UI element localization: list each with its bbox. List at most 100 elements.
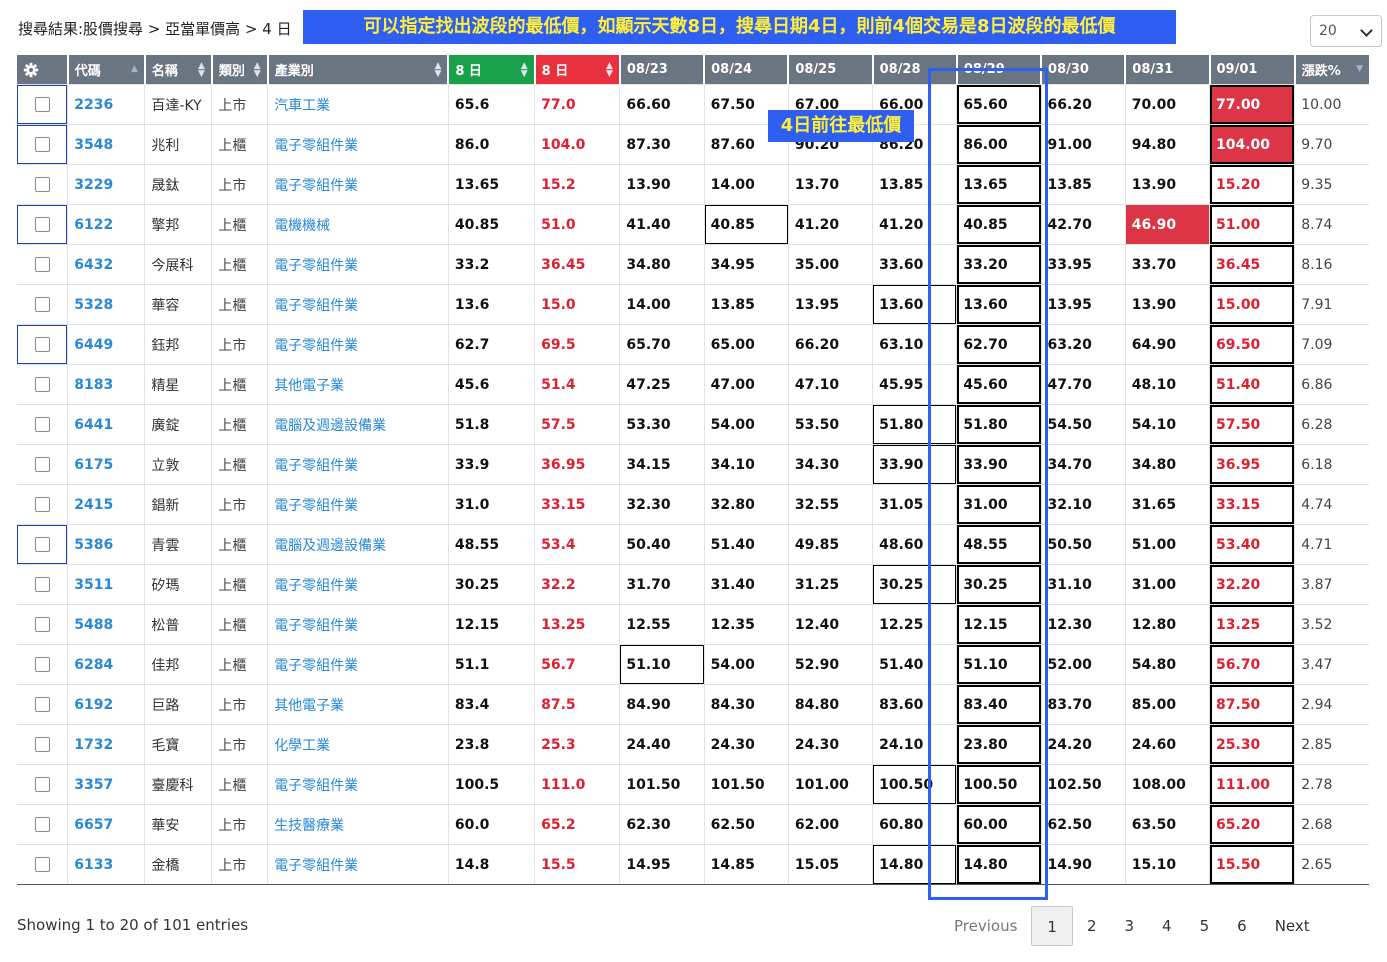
industry-link[interactable]: 其他電子業	[267, 364, 449, 405]
row-checkbox[interactable]	[34, 497, 50, 512]
row-checkbox[interactable]	[34, 817, 50, 832]
row-select-cell[interactable]	[17, 604, 69, 645]
industry-link[interactable]: 電子零組件業	[267, 324, 449, 365]
row-checkbox[interactable]	[34, 97, 50, 112]
row-checkbox[interactable]	[34, 737, 50, 752]
page-button[interactable]: 3	[1111, 906, 1149, 946]
row-checkbox[interactable]	[34, 577, 50, 592]
industry-link[interactable]: 電子零組件業	[267, 284, 449, 325]
previous-button[interactable]: Previous	[932, 906, 1031, 946]
row-select-cell[interactable]	[17, 764, 69, 805]
row-select-cell[interactable]	[17, 684, 69, 725]
row-checkbox[interactable]	[34, 177, 50, 192]
row-checkbox[interactable]	[34, 217, 50, 232]
header-date-0831[interactable]: 08/31	[1124, 55, 1210, 85]
industry-link[interactable]: 電子零組件業	[267, 164, 449, 205]
row-select-cell[interactable]	[17, 724, 69, 765]
row-checkbox[interactable]	[34, 697, 50, 712]
row-select-cell[interactable]	[17, 524, 69, 565]
header-date-0901[interactable]: 09/01	[1208, 55, 1295, 85]
header-name[interactable]: 名稱 ▲ ▼	[143, 55, 212, 85]
page-size-select[interactable]: 20	[1310, 15, 1382, 47]
row-checkbox[interactable]	[34, 337, 50, 352]
industry-link[interactable]: 電子零組件業	[267, 244, 449, 285]
industry-link[interactable]: 生技醫療業	[267, 804, 449, 845]
row-select-cell[interactable]	[17, 444, 69, 485]
stock-code-link[interactable]: 3548	[67, 124, 146, 165]
page-button[interactable]: 6	[1223, 906, 1261, 946]
row-select-cell[interactable]	[17, 84, 69, 125]
row-checkbox[interactable]	[34, 417, 50, 432]
row-select-cell[interactable]	[17, 284, 69, 325]
row-select-cell[interactable]	[17, 804, 69, 845]
row-checkbox[interactable]	[34, 257, 50, 272]
row-checkbox[interactable]	[34, 777, 50, 792]
page-button[interactable]: 5	[1186, 906, 1224, 946]
stock-code-link[interactable]: 1732	[67, 724, 146, 765]
industry-link[interactable]: 化學工業	[267, 724, 449, 765]
stock-code-link[interactable]: 5328	[67, 284, 146, 325]
stock-code-link[interactable]: 2415	[67, 484, 146, 525]
page-button[interactable]: 2	[1073, 906, 1111, 946]
row-select-cell[interactable]	[17, 484, 69, 525]
stock-code-link[interactable]: 5386	[67, 524, 146, 565]
settings-header[interactable]	[17, 55, 68, 85]
industry-link[interactable]: 汽車工業	[267, 84, 449, 125]
header-code[interactable]: 代碼 ▲	[66, 55, 145, 85]
row-select-cell[interactable]	[17, 564, 69, 605]
industry-link[interactable]: 電子零組件業	[267, 644, 449, 685]
stock-code-link[interactable]: 6449	[67, 324, 146, 365]
stock-code-link[interactable]: 6441	[67, 404, 146, 445]
stock-code-link[interactable]: 3229	[67, 164, 146, 205]
stock-code-link[interactable]: 8183	[67, 364, 146, 405]
header-8day-low[interactable]: 8 日 ▲ ▼	[447, 55, 535, 85]
row-select-cell[interactable]	[17, 124, 69, 165]
page-button[interactable]: 1	[1031, 906, 1073, 946]
row-select-cell[interactable]	[17, 164, 69, 205]
stock-code-link[interactable]: 6133	[67, 844, 146, 885]
stock-code-link[interactable]: 6284	[67, 644, 146, 685]
row-checkbox[interactable]	[34, 657, 50, 672]
stock-code-link[interactable]: 6657	[67, 804, 146, 845]
row-select-cell[interactable]	[17, 324, 69, 365]
industry-link[interactable]: 電子零組件業	[267, 124, 449, 165]
next-button[interactable]: Next	[1261, 906, 1324, 946]
row-select-cell[interactable]	[17, 364, 69, 405]
row-checkbox[interactable]	[34, 377, 50, 392]
row-checkbox[interactable]	[34, 457, 50, 472]
row-checkbox[interactable]	[34, 137, 50, 152]
header-market[interactable]: 類別 ▲ ▼	[210, 55, 268, 85]
industry-link[interactable]: 電子零組件業	[267, 764, 449, 805]
stock-code-link[interactable]: 5488	[67, 604, 146, 645]
row-select-cell[interactable]	[17, 204, 69, 245]
row-checkbox[interactable]	[34, 297, 50, 312]
industry-link[interactable]: 電子零組件業	[267, 484, 449, 525]
industry-link[interactable]: 電子零組件業	[267, 604, 449, 645]
stock-code-link[interactable]: 2236	[67, 84, 146, 125]
header-date-0830[interactable]: 08/30	[1040, 55, 1126, 85]
header-8day-high[interactable]: 8 日 ▲ ▼	[533, 55, 620, 85]
industry-link[interactable]: 電腦及週邊設備業	[267, 404, 449, 445]
row-select-cell[interactable]	[17, 244, 69, 285]
industry-link[interactable]: 電子零組件業	[267, 444, 449, 485]
row-select-cell[interactable]	[17, 644, 69, 685]
header-change-pct[interactable]: 漲跌% ▼	[1293, 55, 1369, 85]
page-button[interactable]: 4	[1148, 906, 1186, 946]
stock-code-link[interactable]: 6122	[67, 204, 146, 245]
stock-code-link[interactable]: 6432	[67, 244, 146, 285]
header-industry[interactable]: 產業別 ▲ ▼	[266, 55, 449, 85]
row-checkbox[interactable]	[34, 857, 50, 872]
industry-link[interactable]: 其他電子業	[267, 684, 449, 725]
row-checkbox[interactable]	[34, 617, 50, 632]
stock-code-link[interactable]: 3357	[67, 764, 146, 805]
stock-code-link[interactable]: 6192	[67, 684, 146, 725]
header-date-0829[interactable]: 08/29	[955, 55, 1042, 85]
stock-code-link[interactable]: 3511	[67, 564, 146, 605]
row-select-cell[interactable]	[17, 404, 69, 445]
header-date-0824[interactable]: 08/24	[703, 55, 789, 85]
row-checkbox[interactable]	[34, 537, 50, 552]
industry-link[interactable]: 電子零組件業	[267, 564, 449, 605]
header-date-0823[interactable]: 08/23	[618, 55, 705, 85]
industry-link[interactable]: 電機機械	[267, 204, 449, 245]
stock-code-link[interactable]: 6175	[67, 444, 146, 485]
